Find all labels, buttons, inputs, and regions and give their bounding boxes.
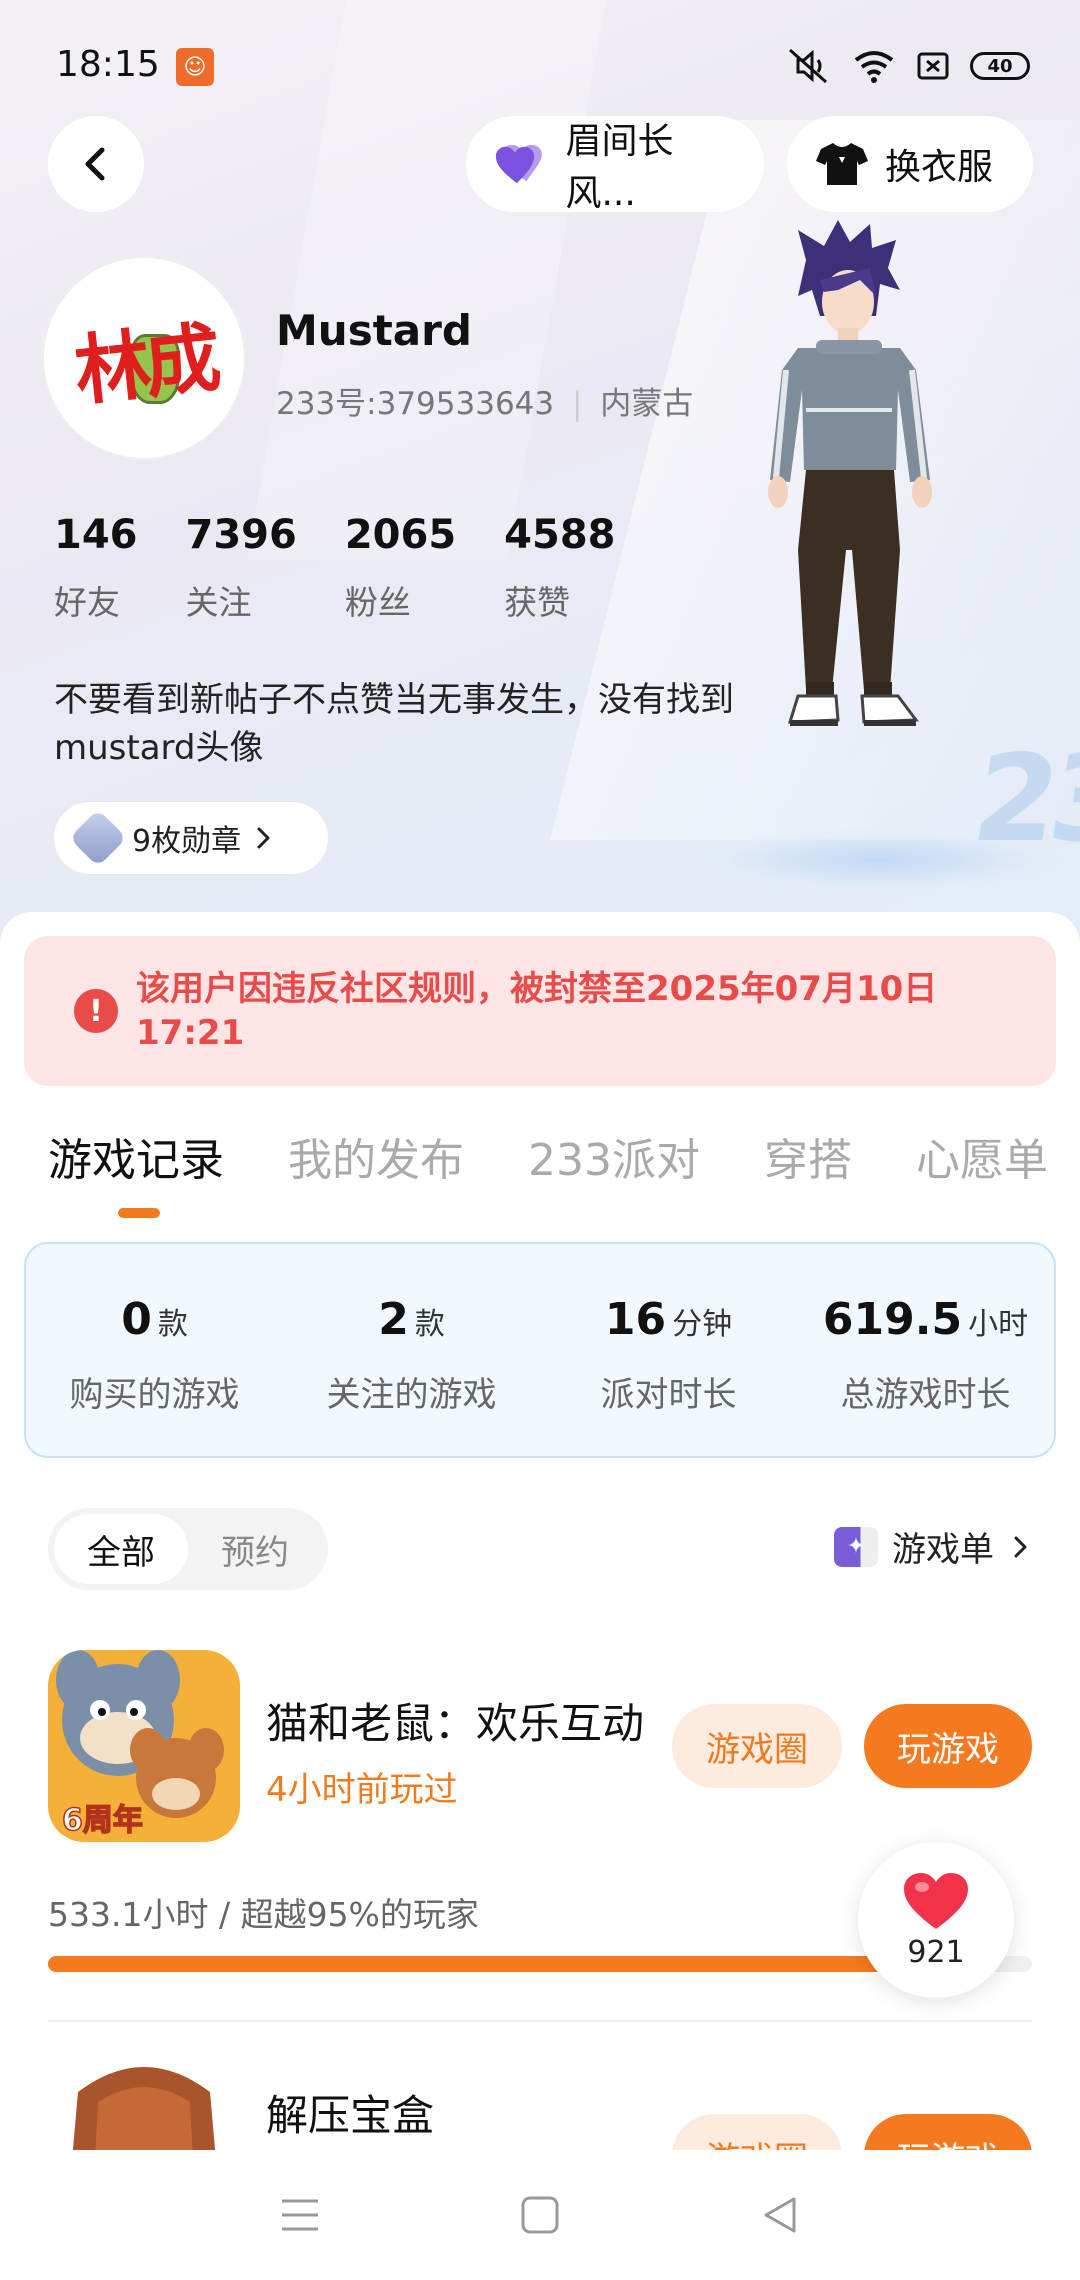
play-game-button[interactable]: 玩游戏	[864, 2114, 1032, 2150]
summary-unit: 小时	[968, 1307, 1029, 1342]
platform-233-logo: 233	[965, 730, 1080, 869]
active-tab-indicator	[118, 1208, 160, 1218]
chevron-left-icon	[85, 147, 105, 181]
mood-label: 眉间长风...	[565, 121, 674, 214]
ban-notice-text: 该用户因违反社区规则，被封禁至2025年07月10日 17:21	[136, 969, 938, 1053]
system-nav-bar	[0, 2150, 1080, 2280]
stat-fans[interactable]: 2065 粉丝	[345, 512, 456, 624]
game-summary: 0款 购买的游戏 2款 关注的游戏 16 分钟 派对时长 619.5 小时 总游戏时…	[24, 1242, 1056, 1458]
summary-party-time: 16 分钟 派对时长	[540, 1244, 797, 1456]
game-icon-badge-text: 6周年	[62, 1803, 143, 1838]
tab-my-posts[interactable]: 我的发布	[288, 1124, 464, 1188]
game-playtime: 533.1小时 / 超越95%的玩家	[48, 1895, 479, 1934]
username: Mustard	[276, 306, 472, 355]
stat-friends[interactable]: 146 好友	[54, 512, 138, 624]
badges-label: 9枚勋章	[132, 824, 242, 859]
like-count: 921	[907, 1934, 965, 1970]
summary-label: 总游戏时长	[840, 1375, 1011, 1415]
filter-reserved[interactable]: 预约	[188, 1514, 322, 1584]
game-filter: 全部 预约	[48, 1508, 328, 1590]
stat-following[interactable]: 7396 关注	[186, 512, 297, 624]
tab-outfits[interactable]: 穿搭	[764, 1124, 852, 1188]
app-notification-icon: ☺	[176, 48, 214, 86]
playtime-progress-fill	[48, 1956, 983, 1972]
stat-label: 粉丝	[344, 583, 411, 622]
summary-total-time: 619.5 小时 总游戏时长	[797, 1244, 1054, 1456]
summary-followed: 2款 关注的游戏	[283, 1244, 540, 1456]
badges-button[interactable]: 9枚勋章	[54, 802, 328, 874]
outfit-label: 换衣服	[885, 147, 994, 188]
wifi-icon	[854, 51, 894, 83]
summary-label: 派对时长	[600, 1375, 737, 1415]
mute-icon	[789, 48, 827, 84]
user-id: 233号:379533643	[276, 386, 555, 422]
user-bio: 不要看到新帖子不点赞当无事发生，没有找到mustard头像	[54, 680, 734, 768]
battery-indicator: 40	[970, 52, 1030, 80]
avatar-3d-character[interactable]	[720, 220, 980, 840]
heart-icon	[904, 1872, 968, 1929]
change-outfit-button[interactable]: 换衣服	[787, 116, 1033, 212]
status-bar: 18:15 ☺ 40	[0, 0, 1080, 130]
ban-notice: ! 该用户因违反社区规则，被封禁至2025年07月10日 17:21	[24, 936, 1056, 1086]
tab-wishlist[interactable]: 心愿单	[916, 1124, 1048, 1188]
chevron-right-icon	[1014, 1536, 1027, 1557]
summary-unit: 分钟	[672, 1307, 733, 1342]
stat-value: 146	[54, 512, 138, 558]
game-list-label: 游戏单	[892, 1530, 994, 1570]
filter-all[interactable]: 全部	[54, 1514, 188, 1584]
stat-value: 2065	[344, 512, 457, 558]
mood-button[interactable]: 眉间长风...	[466, 116, 764, 214]
menu-icon[interactable]	[280, 2197, 320, 2233]
tab-233-party[interactable]: 233派对	[528, 1124, 700, 1188]
back-button[interactable]	[48, 116, 144, 212]
game-name[interactable]: 解压宝盒	[266, 2082, 434, 2143]
summary-value: 2	[378, 1294, 409, 1345]
stat-label: 关注	[185, 583, 252, 622]
summary-value: 0	[121, 1294, 152, 1345]
game-name[interactable]: 猫和老鼠：欢乐互动	[266, 1690, 644, 1751]
back-triangle-icon[interactable]	[760, 2195, 800, 2235]
game-circle-button[interactable]: 游戏圈	[672, 2114, 842, 2150]
user-location: 内蒙古	[600, 386, 694, 422]
double-heart-icon	[495, 144, 542, 184]
summary-unit: 款	[157, 1307, 188, 1342]
status-icons: 40	[784, 46, 1030, 86]
play-game-button[interactable]: 玩游戏	[864, 1704, 1032, 1788]
game-row[interactable]: 6周年 猫和老鼠：欢乐互动 4小时前玩过 游戏圈 玩游戏	[48, 1650, 1032, 1850]
warning-icon: !	[74, 989, 118, 1033]
profile-tabs: 游戏记录 我的发布 233派对 穿搭 心愿单	[48, 1124, 1048, 1188]
game-icon-tom-and-jerry[interactable]: 6周年	[48, 1650, 240, 1842]
summary-unit: 款	[414, 1307, 445, 1342]
game-circle-button[interactable]: 游戏圈	[672, 1704, 842, 1788]
summary-value: 619.5	[822, 1294, 963, 1345]
status-time: 18:15	[56, 44, 160, 85]
home-icon[interactable]	[520, 2195, 560, 2235]
game-last-played: 4小时前玩过	[266, 1770, 458, 1810]
summary-label: 购买的游戏	[69, 1375, 240, 1415]
tab-game-records[interactable]: 游戏记录	[48, 1124, 224, 1188]
shirt-icon	[816, 143, 868, 185]
badge-icon	[69, 809, 127, 867]
stat-value: 4588	[504, 512, 616, 558]
profile-stats: 146 好友 7396 关注 2065 粉丝 4588 获赞	[54, 512, 663, 624]
chevron-right-icon	[257, 827, 270, 849]
divider	[48, 2020, 1032, 2022]
summary-value: 16	[604, 1294, 667, 1345]
like-button[interactable]: 921	[858, 1842, 1014, 1998]
game-list-button[interactable]: ✦ 游戏单	[834, 1522, 1032, 1571]
summary-purchased: 0款 购买的游戏	[26, 1244, 283, 1456]
stat-label: 获赞	[504, 583, 571, 622]
user-id-line: 233号:379533643 | 内蒙古	[276, 378, 693, 423]
stat-value: 7396	[185, 512, 297, 558]
avatar-text: 林成	[70, 312, 219, 417]
stat-likes[interactable]: 4588 获赞	[504, 512, 615, 624]
summary-label: 关注的游戏	[326, 1375, 497, 1415]
game-row[interactable]: 解压宝盒 游戏圈 玩游戏	[48, 2062, 1032, 2150]
game-icon-decompression-box[interactable]	[48, 2062, 240, 2150]
stat-label: 好友	[54, 583, 120, 622]
sim-icon	[917, 52, 949, 80]
sparkle-icon: ✦	[834, 1526, 878, 1567]
user-avatar[interactable]: 林成	[44, 258, 244, 458]
separator: |	[571, 386, 583, 422]
